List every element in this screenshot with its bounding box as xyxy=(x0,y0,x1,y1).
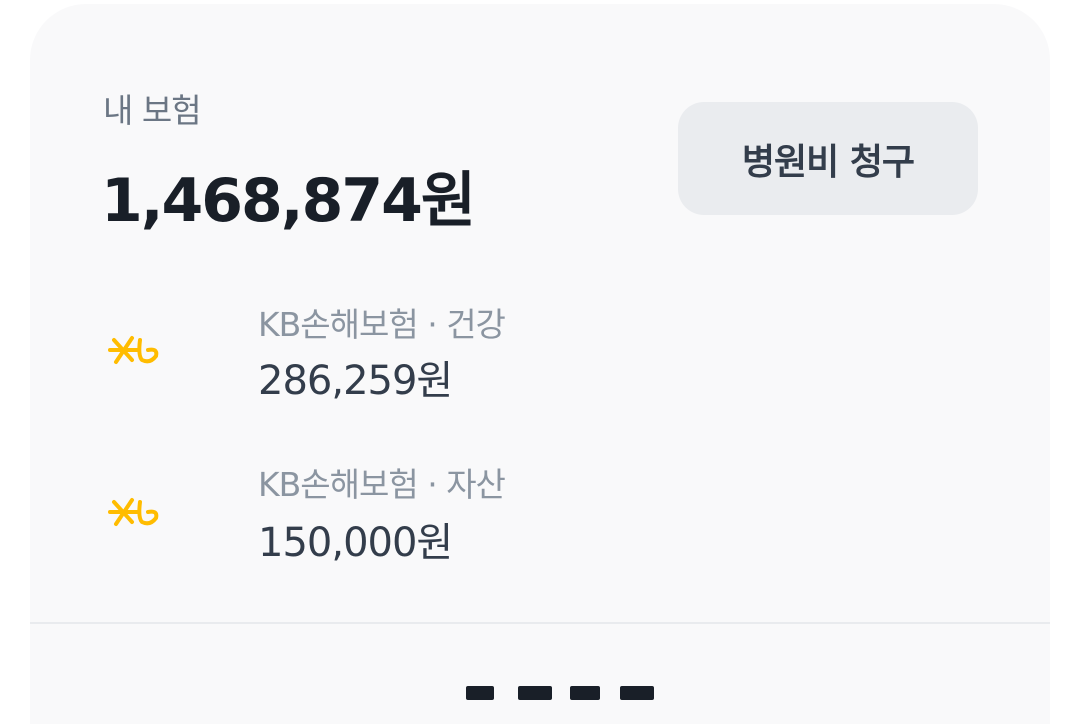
policy-name: KB손해보험 · 자산 xyxy=(258,465,506,504)
policy-name: KB손해보험 · 건강 xyxy=(258,305,506,344)
cut-off-text xyxy=(570,686,600,700)
policy-item-asset[interactable]: KB손해보험 · 자산 150,000원 xyxy=(30,456,1050,586)
policy-item-health[interactable]: KB손해보험 · 건강 286,259원 xyxy=(30,290,1050,420)
kb-logo-icon xyxy=(108,498,159,526)
cut-off-text xyxy=(620,686,654,700)
policy-amount: 150,000원 xyxy=(258,520,453,566)
kb-logo-icon xyxy=(108,336,159,364)
insurance-card[interactable]: 내 보험 1,468,874원 병원비 청구 KB손해보험 · 건강 286,2… xyxy=(30,4,1050,724)
cut-off-text xyxy=(466,686,494,700)
policy-amount: 286,259원 xyxy=(258,358,453,404)
next-section[interactable] xyxy=(30,624,1050,724)
cut-off-text xyxy=(518,686,552,700)
hospital-bill-claim-button[interactable]: 병원비 청구 xyxy=(678,102,978,215)
section-label: 내 보험 xyxy=(103,91,202,130)
total-premium: 1,468,874원 xyxy=(101,166,476,236)
